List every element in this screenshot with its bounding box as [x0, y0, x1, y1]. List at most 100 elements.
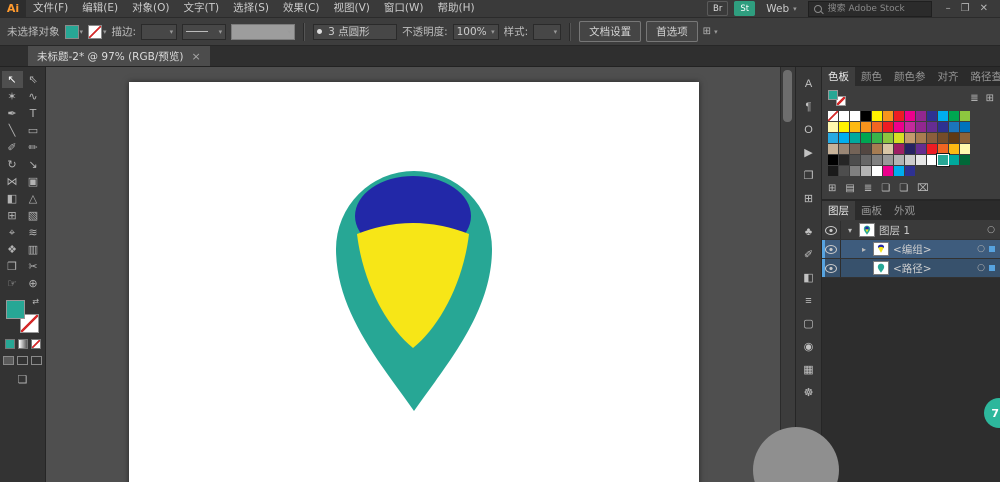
graphic-styles-panel-icon[interactable]: ▦: [798, 358, 820, 381]
panel-tab[interactable]: 路径查: [965, 67, 1000, 86]
draw-inside-button[interactable]: [31, 356, 42, 365]
swatch[interactable]: [828, 111, 838, 121]
swatch[interactable]: [839, 111, 849, 121]
swatch[interactable]: [949, 155, 959, 165]
perspective-grid-tool[interactable]: △: [23, 190, 44, 207]
swatch[interactable]: [850, 144, 860, 154]
swatch[interactable]: [828, 166, 838, 176]
layer-name[interactable]: <路径>: [893, 261, 973, 276]
swatch[interactable]: [828, 133, 838, 143]
swatch[interactable]: [828, 144, 838, 154]
swatch[interactable]: [927, 122, 937, 132]
canvas[interactable]: [46, 67, 795, 482]
swatch[interactable]: [872, 133, 882, 143]
swatch[interactable]: [883, 155, 893, 165]
actions-panel-icon[interactable]: ▶: [798, 141, 820, 164]
swap-colors-icon[interactable]: ⇄: [32, 298, 39, 306]
panel-tab[interactable]: 画板: [855, 201, 888, 220]
scale-tool[interactable]: ↘: [23, 156, 44, 173]
swatch[interactable]: [960, 144, 970, 154]
swatch[interactable]: [861, 122, 871, 132]
panel-tab[interactable]: 色板: [822, 67, 855, 86]
swatch[interactable]: [828, 122, 838, 132]
swatch[interactable]: [960, 133, 970, 143]
swatch[interactable]: [905, 155, 915, 165]
width-tool[interactable]: ⋈: [2, 173, 23, 190]
swatch[interactable]: [883, 144, 893, 154]
slice-tool[interactable]: ✂: [23, 258, 44, 275]
swatch[interactable]: [905, 133, 915, 143]
document-tab[interactable]: 未标题-2* @ 97% (RGB/预览) ×: [28, 46, 210, 66]
close-icon[interactable]: ×: [191, 50, 200, 63]
chevron-down-icon[interactable]: ▾: [845, 226, 855, 235]
menubar-item[interactable]: 对象(O): [125, 0, 176, 17]
swatch[interactable]: [839, 144, 849, 154]
swatch[interactable]: [861, 144, 871, 154]
appearance-panel-icon[interactable]: ▢: [798, 312, 820, 335]
swatch[interactable]: [872, 155, 882, 165]
target-circle-icon[interactable]: ○: [977, 263, 985, 273]
swatch[interactable]: [949, 111, 959, 121]
mesh-tool[interactable]: ⊞: [2, 207, 23, 224]
swatch[interactable]: [938, 122, 948, 132]
artboards-panel-icon[interactable]: ❐: [798, 164, 820, 187]
paragraph-panel-icon[interactable]: ¶: [798, 95, 820, 118]
eyedropper-tool[interactable]: ⌖: [2, 224, 23, 241]
swatch[interactable]: [960, 111, 970, 121]
workspace-switcher[interactable]: Web ▾: [761, 3, 801, 15]
menubar-item[interactable]: 窗口(W): [377, 0, 431, 17]
fill-color-control[interactable]: ▾: [65, 25, 84, 39]
swatch[interactable]: [949, 144, 959, 154]
swatch[interactable]: [938, 144, 948, 154]
new-swatch-icon[interactable]: ❏: [899, 183, 908, 194]
stroke-color-control[interactable]: ▾: [88, 25, 107, 39]
pencil-tool[interactable]: ✏: [23, 139, 44, 156]
menubar-item[interactable]: 文件(F): [26, 0, 75, 17]
document-setup-button[interactable]: 文档设置: [579, 21, 641, 42]
brushes-panel-icon[interactable]: ✐: [798, 243, 820, 266]
bridge-button[interactable]: Br: [707, 1, 728, 16]
navigator-panel-icon[interactable]: ◉: [798, 335, 820, 358]
swatch-kinds-icon[interactable]: ▤: [845, 183, 854, 194]
swatch[interactable]: [927, 111, 937, 121]
list-view-icon[interactable]: ≣: [970, 93, 978, 104]
swatch[interactable]: [916, 122, 926, 132]
swatch[interactable]: [839, 122, 849, 132]
variable-width-profile-dropdown[interactable]: ▾: [231, 24, 295, 40]
swatch[interactable]: [839, 155, 849, 165]
swatch[interactable]: [883, 122, 893, 132]
color-button[interactable]: [5, 339, 15, 349]
menubar-item[interactable]: 视图(V): [327, 0, 377, 17]
column-graph-tool[interactable]: ▥: [23, 241, 44, 258]
scrollbar-thumb[interactable]: [783, 70, 792, 122]
swatch[interactable]: [883, 133, 893, 143]
opentype-panel-icon[interactable]: O: [798, 118, 820, 141]
eye-icon[interactable]: [825, 264, 837, 273]
target-circle-icon[interactable]: ○: [987, 225, 995, 235]
close-button[interactable]: ✕: [980, 3, 988, 14]
free-transform-tool[interactable]: ▣: [23, 173, 44, 190]
menubar-item[interactable]: 效果(C): [276, 0, 327, 17]
swatch[interactable]: [905, 111, 915, 121]
search-input[interactable]: [826, 3, 920, 15]
swatch[interactable]: [883, 166, 893, 176]
thumbnail-view-icon[interactable]: ⊞: [986, 93, 994, 104]
swatch[interactable]: [916, 155, 926, 165]
swatch[interactable]: [850, 111, 860, 121]
chevron-right-icon[interactable]: ▸: [859, 245, 869, 254]
style-dropdown[interactable]: ▾: [533, 24, 561, 40]
app-logo[interactable]: Ai: [0, 0, 26, 17]
swatch[interactable]: [828, 155, 838, 165]
swatch[interactable]: [916, 144, 926, 154]
panel-tab[interactable]: 外观: [888, 201, 921, 220]
hand-tool[interactable]: ☞: [2, 275, 23, 292]
symbols-panel-icon[interactable]: ♣: [798, 220, 820, 243]
swatch[interactable]: [949, 122, 959, 132]
layer-name[interactable]: 图层 1: [879, 223, 983, 238]
swatch[interactable]: [839, 166, 849, 176]
preferences-button[interactable]: 首选项: [646, 21, 698, 42]
stroke-weight-dropdown[interactable]: ▾: [141, 24, 177, 40]
swatch[interactable]: [861, 166, 871, 176]
shape-builder-tool[interactable]: ◧: [2, 190, 23, 207]
artboard[interactable]: [129, 82, 699, 482]
